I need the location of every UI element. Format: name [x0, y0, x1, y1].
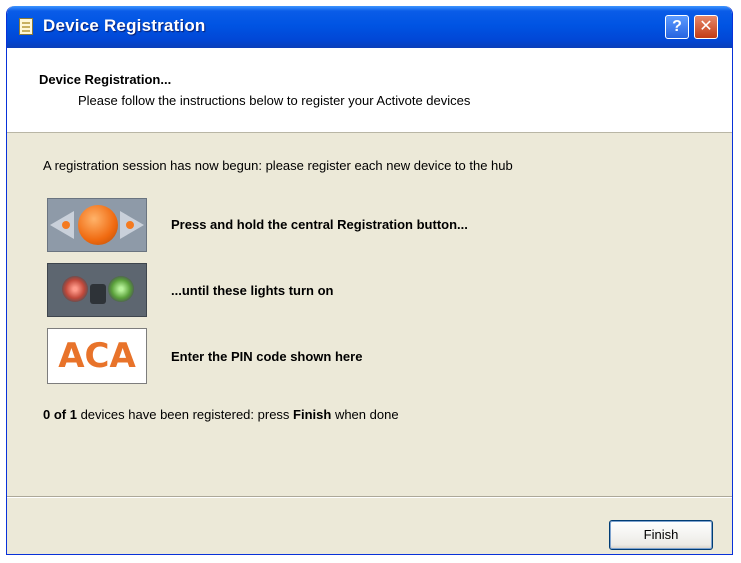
red-light: [62, 276, 88, 302]
status-finish-word: Finish: [293, 407, 332, 422]
step-3-text: Enter the PIN code shown here: [171, 349, 363, 364]
header-subtitle: Please follow the instructions below to …: [78, 93, 471, 108]
right-indicator-dot: [126, 221, 134, 229]
status-count: 0 of 1: [43, 407, 77, 422]
left-indicator-dot: [62, 221, 70, 229]
document-icon: [19, 18, 33, 35]
device-center: [90, 284, 106, 304]
window-title: Device Registration: [43, 16, 206, 35]
wizard-header: Device Registration... Please follow the…: [7, 48, 732, 133]
header-title: Device Registration...: [39, 72, 172, 87]
intro-text: A registration session has now begun: pl…: [43, 158, 513, 173]
close-button[interactable]: ✕: [694, 15, 718, 39]
finish-button[interactable]: Finish: [609, 520, 713, 550]
green-light: [108, 276, 134, 302]
status-middle: devices have been registered: press: [76, 407, 294, 422]
step-1-text: Press and hold the central Registration …: [171, 217, 468, 232]
step-2-text: ...until these lights turn on: [171, 283, 334, 298]
registration-button-image: [47, 198, 147, 252]
status-end: when done: [331, 407, 399, 422]
registration-status: 0 of 1 devices have been registered: pre…: [43, 407, 399, 422]
pin-code-display: ACA: [47, 328, 147, 384]
help-button[interactable]: ?: [665, 15, 689, 39]
footer-separator: [7, 496, 732, 498]
device-lights-image: [47, 263, 147, 317]
title-bar[interactable]: Device Registration ? ✕: [7, 6, 732, 48]
device-registration-window: Device Registration ? ✕ Device Registrat…: [6, 6, 733, 555]
central-button-graphic: [78, 205, 118, 245]
